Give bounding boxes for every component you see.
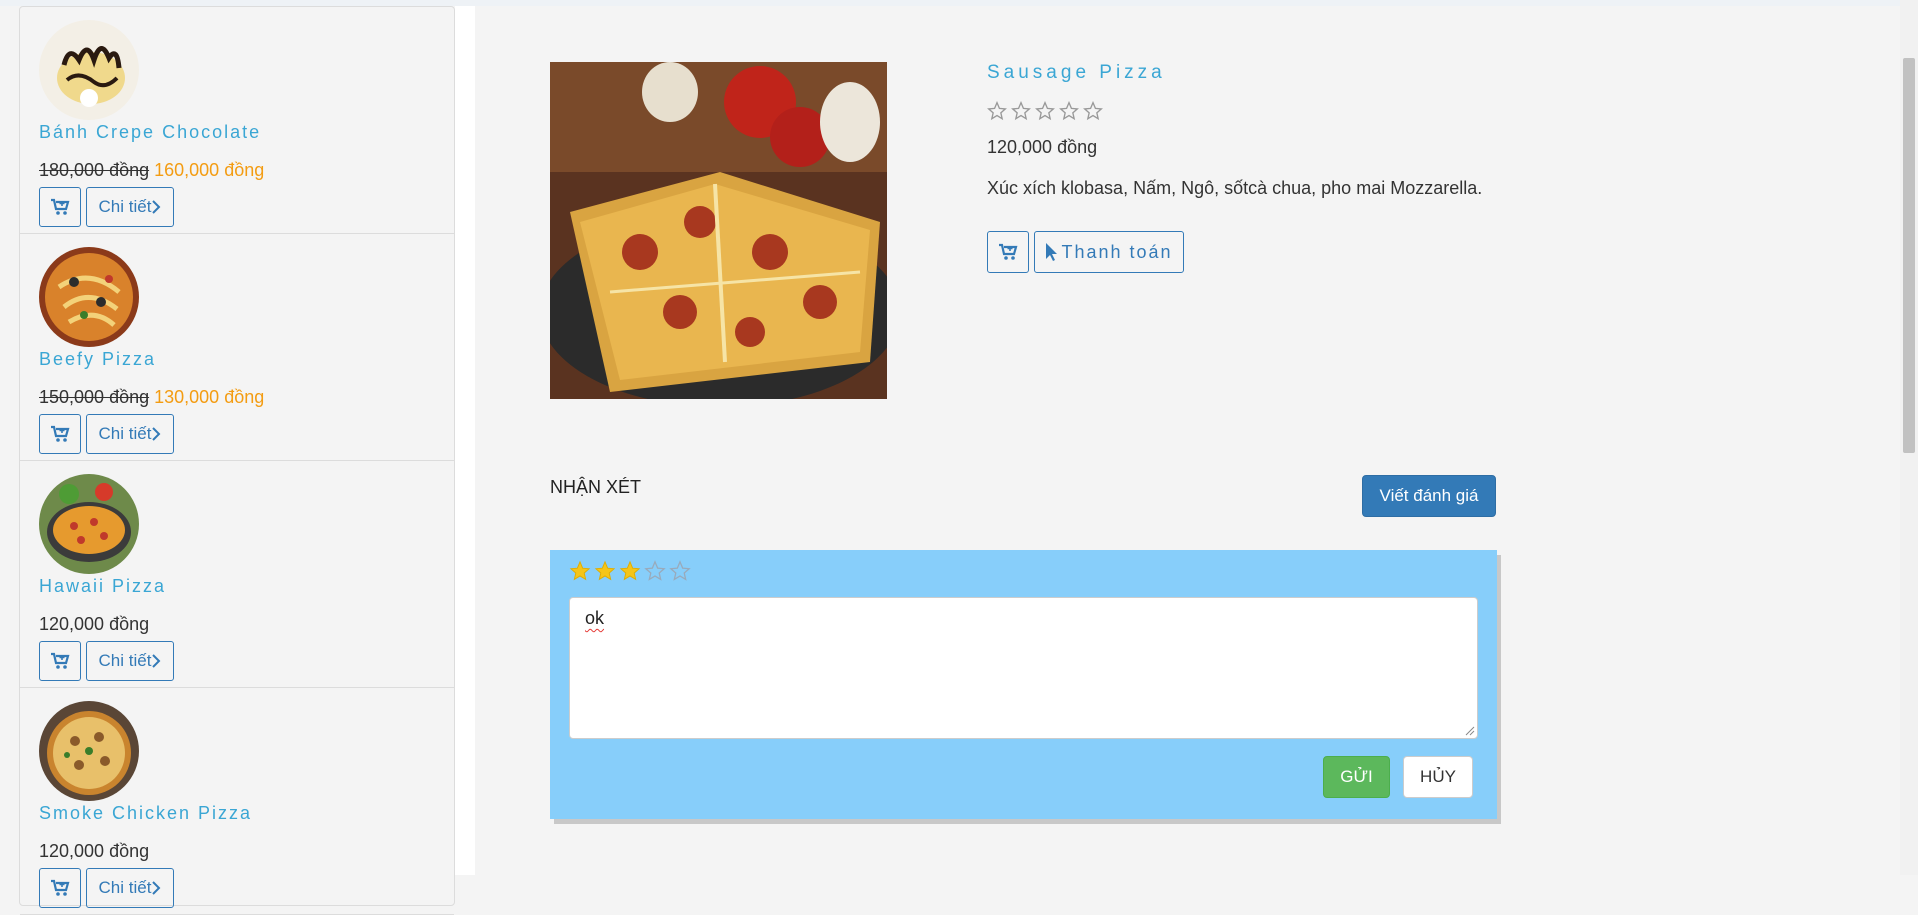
star-empty-icon[interactable] — [669, 560, 691, 582]
product-thumbnail[interactable] — [39, 247, 139, 347]
star-empty-icon — [1083, 101, 1103, 121]
cart-icon — [51, 198, 70, 215]
product-image — [550, 62, 887, 399]
product-name[interactable]: Beefy Pizza — [39, 349, 156, 370]
detail-label: Chi tiết — [98, 197, 152, 216]
product-thumbnail[interactable] — [39, 701, 139, 801]
add-to-cart-button[interactable] — [39, 187, 81, 227]
detail-label: Chi tiết — [98, 651, 152, 670]
reviews-heading: NHẬN XÉT — [550, 477, 642, 497]
scrollbar-thumb[interactable] — [1903, 58, 1915, 453]
list-item: Hawaii Pizza 120,000 đồng Chi tiết — [20, 461, 454, 688]
star-empty-icon — [1035, 101, 1055, 121]
product-name[interactable]: Bánh Crepe Chocolate — [39, 122, 261, 143]
add-to-cart-button[interactable] — [39, 641, 81, 681]
star-empty-icon — [1011, 101, 1031, 121]
list-item: Bánh Crepe Chocolate 180,000 đồng 160,00… — [20, 7, 454, 234]
chevron-right-icon — [152, 881, 161, 895]
product-name[interactable]: Hawaii Pizza — [39, 576, 166, 597]
review-text: ok — [585, 608, 605, 628]
scrollbar[interactable] — [1900, 0, 1918, 875]
chevron-right-icon — [152, 427, 161, 441]
star-filled-icon[interactable] — [619, 560, 641, 582]
send-button[interactable]: GỬI — [1323, 756, 1390, 798]
product-description: Xúc xích klobasa, Nấm, Ngô, sốtcà chua, … — [987, 178, 1483, 198]
add-to-cart-button[interactable] — [39, 414, 81, 454]
cancel-button[interactable]: HỦY — [1403, 756, 1473, 798]
star-empty-icon[interactable] — [644, 560, 666, 582]
add-to-cart-button[interactable] — [39, 868, 81, 908]
chevron-right-icon — [152, 200, 161, 214]
star-empty-icon — [987, 101, 1007, 121]
star-filled-icon[interactable] — [594, 560, 616, 582]
product-rating — [987, 101, 1103, 121]
panel-gutter — [455, 6, 475, 875]
detail-label: Chi tiết — [98, 424, 152, 443]
product-title: Sausage Pizza — [987, 62, 1166, 83]
add-to-cart-button[interactable] — [987, 231, 1029, 273]
list-item: Smoke Chicken Pizza 120,000 đồng Chi tiế… — [20, 688, 454, 915]
checkout-label: Thanh toán — [1061, 241, 1173, 262]
price: 120,000 đồng — [39, 841, 150, 861]
detail-button[interactable]: Chi tiết — [86, 641, 174, 681]
old-price: 150,000 đồng — [39, 387, 150, 407]
product-price: 120,000 đồng — [987, 137, 1098, 157]
cart-icon — [51, 879, 70, 896]
cart-icon — [51, 425, 70, 442]
product-prices: 180,000 đồng 160,000 đồng — [39, 160, 264, 181]
product-prices: 120,000 đồng — [39, 841, 149, 862]
chevron-right-icon — [152, 654, 161, 668]
checkout-button[interactable]: Thanh toán — [1034, 231, 1184, 273]
review-textarea[interactable]: ok — [569, 597, 1478, 739]
detail-button[interactable]: Chi tiết — [86, 868, 174, 908]
product-list-panel: Bánh Crepe Chocolate 180,000 đồng 160,00… — [19, 6, 455, 915]
product-prices: 150,000 đồng 130,000 đồng — [39, 387, 264, 408]
price: 120,000 đồng — [39, 614, 150, 634]
cart-icon — [999, 243, 1018, 260]
sale-price: 130,000 đồng — [154, 387, 265, 407]
detail-button[interactable]: Chi tiết — [86, 414, 174, 454]
cursor-icon — [1046, 243, 1058, 261]
cart-icon — [51, 652, 70, 669]
product-thumbnail[interactable] — [39, 474, 139, 574]
sale-price: 160,000 đồng — [154, 160, 265, 180]
list-item: Beefy Pizza 150,000 đồng 130,000 đồng Ch… — [20, 234, 454, 461]
old-price: 180,000 đồng — [39, 160, 150, 180]
product-thumbnail[interactable] — [39, 20, 139, 120]
review-rating-input[interactable] — [569, 560, 691, 582]
write-review-button[interactable]: Viết đánh giá — [1362, 475, 1496, 517]
detail-button[interactable]: Chi tiết — [86, 187, 174, 227]
resize-handle-icon[interactable] — [1465, 726, 1475, 736]
product-prices: 120,000 đồng — [39, 614, 149, 635]
review-form: ok GỬI HỦY — [550, 550, 1497, 819]
product-name[interactable]: Smoke Chicken Pizza — [39, 803, 252, 824]
detail-label: Chi tiết — [98, 878, 152, 897]
star-empty-icon — [1059, 101, 1079, 121]
star-filled-icon[interactable] — [569, 560, 591, 582]
